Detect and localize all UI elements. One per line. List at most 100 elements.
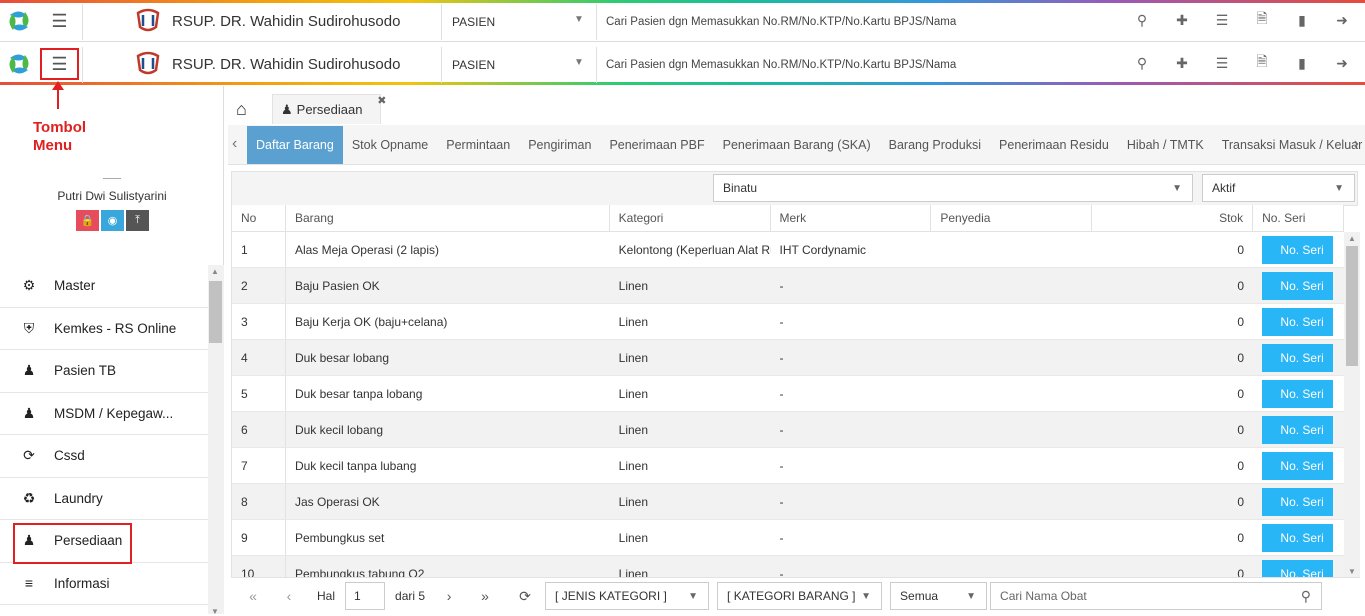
chevron-left-icon[interactable]: ‹ [232,135,237,153]
subtab-transaksi[interactable]: Transaksi Masuk / Keluar [1213,126,1365,164]
prev-page-icon[interactable]: ‹ [271,588,307,604]
chevron-down-icon[interactable]: ▼ [574,57,584,68]
users-icon: ♟ [22,362,36,379]
camera-icon[interactable]: ◉ [101,210,124,231]
sidebar-item-cssd[interactable]: ⟳ Cssd [0,435,208,478]
subtab-permintaan[interactable]: Permintaan [437,126,519,164]
subtab-penerimaan-residu[interactable]: Penerimaan Residu [990,126,1118,164]
table-row[interactable]: 4 Duk besar lobang Linen - 0 No. Seri [232,340,1344,376]
close-icon[interactable]: ✖ [377,94,386,107]
next-page-icon[interactable]: › [431,588,467,604]
table-row[interactable]: 9 Pembungkus set Linen - 0 No. Seri [232,520,1344,556]
patient-select[interactable]: PASIEN [452,15,495,29]
no-seri-button[interactable]: No. Seri [1262,235,1334,264]
divider [82,47,83,83]
table-row[interactable]: 2 Baju Pasien OK Linen - 0 No. Seri [232,268,1344,304]
patient-search-input[interactable]: Cari Pasien dgn Memasukkan No.RM/No.KTP/… [606,59,956,71]
medicine-search-input[interactable]: Cari Nama Obat ⚲ [990,582,1323,610]
table-row[interactable]: 3 Baju Kerja OK (baju+celana) Linen - 0 No. S… [232,304,1344,340]
search-icon[interactable]: ⚲ [1133,54,1151,72]
kategori-barang-select[interactable]: [ KATEGORI BARANG ] ▼ [717,582,883,610]
last-page-icon[interactable]: » [467,588,503,604]
pdf-icon[interactable]: 🗎 [1253,53,1271,72]
column-header[interactable]: No [232,205,286,231]
semua-select[interactable]: Semua ▼ [890,582,988,610]
jenis-kategori-select[interactable]: [ JENIS KATEGORI ] ▼ [545,582,710,610]
logout-icon[interactable]: ➜ [1333,11,1351,29]
chevron-right-icon[interactable]: › [1354,135,1359,153]
sidebar-item-kemkes[interactable]: ⛨ Kemkes - RS Online [0,308,208,350]
no-seri-button[interactable]: No. Seri [1262,559,1334,577]
patient-search-input[interactable]: Cari Pasien dgn Memasukkan No.RM/No.KTP/… [606,16,956,28]
table-scrollbar[interactable]: ▲ ▼ [1344,232,1360,577]
upload-icon[interactable]: ⤒ [126,210,149,231]
app-logo-icon[interactable] [4,49,34,79]
chevron-down-icon[interactable]: ▼ [574,14,584,25]
search-icon[interactable]: ⚲ [1301,588,1311,605]
sidebar-scrollbar[interactable]: ▲ ▼ [208,265,224,616]
table-row[interactable]: 5 Duk besar tanpa lobang Linen - 0 No. Seri [232,376,1344,412]
no-seri-button[interactable]: No. Seri [1262,343,1334,372]
folder-icon[interactable]: ▮ [1293,54,1311,72]
hospital-name: RSUP. DR. Wahidin Sudirohusodo [172,12,401,30]
column-header[interactable]: Stok [1092,205,1254,231]
lock-icon[interactable]: 🔒 [76,210,99,231]
subtab-penerimaan-ska[interactable]: Penerimaan Barang (SKA) [714,126,880,164]
cell-barang: Jas Operasi OK [294,494,380,509]
app-logo-icon[interactable] [4,6,34,36]
patient-select[interactable]: PASIEN [452,58,495,72]
column-header[interactable]: Kategori [610,205,771,231]
page-input[interactable]: 1 [345,582,386,610]
table-row[interactable]: 7 Duk kecil tanpa lubang Linen - 0 No. Seri [232,448,1344,484]
list-icon[interactable]: ☰ [1213,54,1231,72]
column-header[interactable]: Penyedia [931,205,1093,231]
cell-stok: 0 [1237,530,1245,545]
no-seri-button[interactable]: No. Seri [1262,523,1334,552]
column-header[interactable]: Barang [286,205,610,231]
logout-icon[interactable]: ➜ [1333,54,1351,72]
subtab-stok-opname[interactable]: Stok Opname [343,126,437,164]
table-row[interactable]: 6 Duk kecil lobang Linen - 0 No. Seri [232,412,1344,448]
scrollbar-thumb[interactable] [1346,246,1358,366]
sidebar-item-master[interactable]: ⚙ Master [0,265,208,308]
no-seri-button[interactable]: No. Seri [1262,271,1334,300]
folder-icon[interactable]: ▮ [1293,11,1311,29]
subtab-daftar-barang[interactable]: Daftar Barang [247,126,343,164]
no-seri-button[interactable]: No. Seri [1262,451,1334,480]
no-seri-button[interactable]: No. Seri [1262,487,1334,516]
no-seri-button[interactable]: No. Seri [1262,415,1334,444]
sidebar-item-laundry[interactable]: ♻ Laundry [0,478,208,520]
subtab-pengiriman[interactable]: Pengiriman [519,126,600,164]
refresh-icon[interactable]: ⟳ [507,588,543,605]
scrollbar-thumb[interactable] [209,281,222,343]
cell-merk: - [779,314,784,329]
home-icon[interactable]: ⌂ [236,99,266,120]
subtab-barang-produksi[interactable]: Barang Produksi [880,126,990,164]
pdf-icon[interactable]: 🗎 [1253,10,1271,29]
subtab-penerimaan-pbf[interactable]: Penerimaan PBF [600,126,713,164]
add-user-icon[interactable]: ✚ [1173,54,1191,72]
list-icon[interactable]: ☰ [1213,11,1231,29]
menu-toggle-button[interactable]: ☰ [40,5,79,37]
table-row[interactable]: 10 Pembungkus tabung O2 Linen - 0 No. Seri [232,556,1344,577]
add-user-icon[interactable]: ✚ [1173,11,1191,29]
subtab-hibah[interactable]: Hibah / TMTK [1118,126,1213,164]
sidebar-item-msdm[interactable]: ♟ MSDM / Kepegaw... [0,393,208,435]
no-seri-button[interactable]: No. Seri [1262,307,1334,336]
sidebar-item-pasien-tb[interactable]: ♟ Pasien TB [0,350,208,393]
search-icon[interactable]: ⚲ [1133,11,1151,29]
table-row[interactable]: 8 Jas Operasi OK Linen - 0 No. Seri [232,484,1344,520]
first-page-icon[interactable]: « [235,588,271,604]
user-name: Putri Dwi Sulistyarini [57,189,167,203]
column-header[interactable]: No. Seri [1253,205,1344,231]
sidebar-item-persediaan[interactable]: ♟ Persediaan [0,520,208,564]
location-select[interactable]: Binatu ▼ [713,174,1193,202]
sidebar-item-label: Cssd [54,448,85,464]
menu-toggle-button[interactable]: ☰ [40,48,79,80]
no-seri-button[interactable]: No. Seri [1262,379,1334,408]
sidebar-item-informasi[interactable]: ≡ Informasi [0,563,208,605]
tab-persediaan[interactable]: ♟ Persediaan ✖ [272,94,386,124]
table-row[interactable]: 1 Alas Meja Operasi (2 lapis) Kelontong (K… [232,232,1344,268]
status-select[interactable]: Aktif ▼ [1202,174,1355,202]
column-header[interactable]: Merk [771,205,932,231]
